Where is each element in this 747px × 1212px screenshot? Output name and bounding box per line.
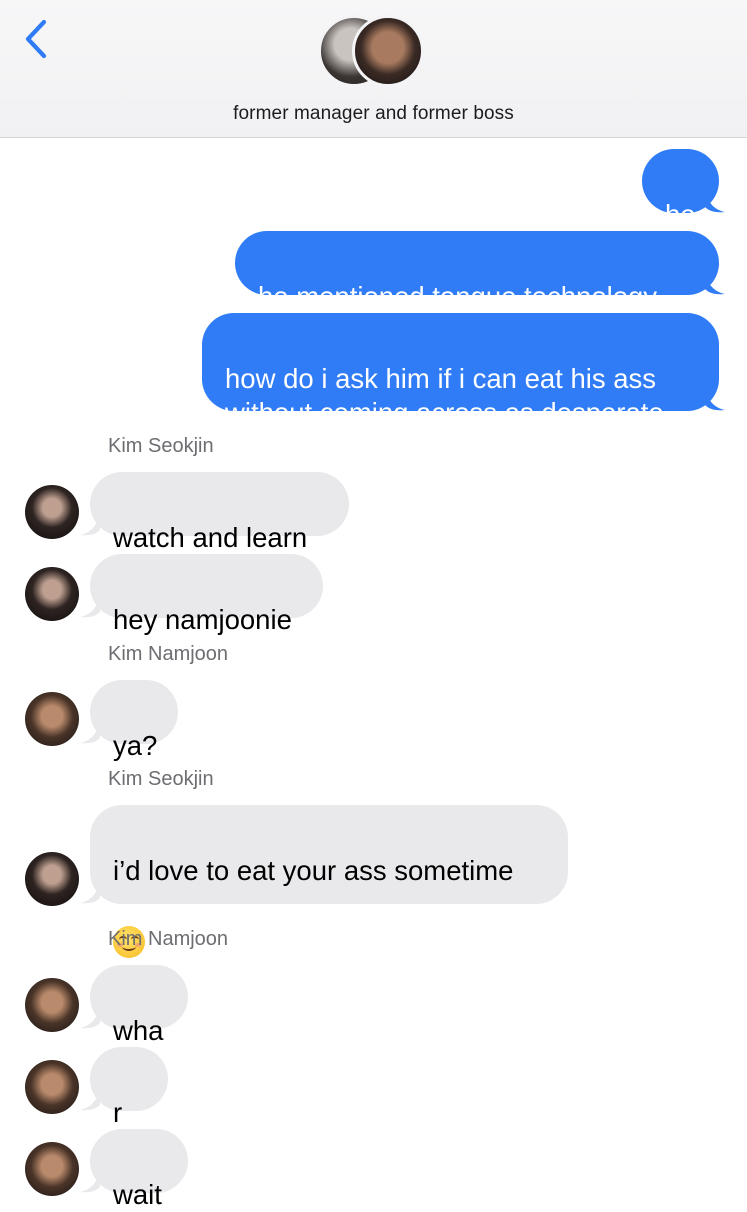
received-message[interactable]: watch and learn bbox=[90, 472, 349, 553]
avatar[interactable] bbox=[25, 1142, 79, 1196]
bubble-tail bbox=[705, 189, 725, 213]
message-thread: he he mentioned tongue technology how do… bbox=[0, 138, 747, 1210]
bubble-tail bbox=[80, 512, 100, 536]
sent-message[interactable]: he mentioned tongue technology bbox=[235, 231, 719, 312]
message-text: how do i ask him if i can eat his ass wi… bbox=[225, 363, 664, 428]
bubble-tail bbox=[80, 594, 100, 618]
received-message[interactable]: r u bbox=[90, 1047, 168, 1162]
avatar[interactable] bbox=[25, 852, 79, 906]
avatar[interactable] bbox=[25, 567, 79, 621]
message-text: ya? bbox=[113, 730, 158, 761]
avatar[interactable] bbox=[25, 978, 79, 1032]
conversation-header: former manager and former boss bbox=[0, 0, 747, 138]
received-message[interactable]: wha bbox=[90, 965, 188, 1046]
bubble-tail bbox=[80, 1169, 100, 1193]
message-text: watch and learn bbox=[113, 522, 308, 553]
sender-name: Kim Namjoon bbox=[108, 643, 229, 665]
sent-message[interactable]: how do i ask him if i can eat his ass wi… bbox=[202, 313, 719, 428]
conversation-title[interactable]: former manager and former boss bbox=[0, 103, 747, 125]
bubble-tail bbox=[80, 880, 100, 904]
message-text: he mentioned tongue technology bbox=[258, 281, 658, 312]
received-message[interactable]: wait bbox=[90, 1129, 188, 1210]
bubble-tail bbox=[80, 1087, 100, 1111]
sender-name: Kim Seokjin bbox=[108, 435, 214, 457]
received-message[interactable]: ya? bbox=[90, 680, 178, 761]
bubble-tail bbox=[80, 1005, 100, 1029]
avatar[interactable] bbox=[25, 485, 79, 539]
avatar[interactable] bbox=[25, 1060, 79, 1114]
received-message[interactable]: hey namjoonie bbox=[90, 554, 323, 635]
message-text: wha bbox=[113, 1015, 164, 1046]
group-avatar-stack[interactable] bbox=[318, 15, 430, 93]
bubble-tail bbox=[705, 271, 725, 295]
avatar bbox=[352, 15, 424, 87]
message-text: wait bbox=[113, 1179, 162, 1210]
back-button[interactable] bbox=[22, 18, 52, 60]
message-text: hey namjoonie bbox=[113, 604, 292, 635]
avatar[interactable] bbox=[25, 692, 79, 746]
chevron-left-icon bbox=[25, 19, 47, 59]
bubble-tail bbox=[80, 720, 100, 744]
message-text: i’d love to eat your ass sometime bbox=[113, 855, 514, 886]
message-text: he bbox=[665, 199, 696, 230]
bubble-tail bbox=[705, 387, 725, 411]
sender-name: Kim Namjoon bbox=[108, 928, 229, 950]
received-message[interactable]: i’d love to eat your ass sometime bbox=[90, 805, 568, 958]
sender-name: Kim Seokjin bbox=[108, 768, 214, 790]
